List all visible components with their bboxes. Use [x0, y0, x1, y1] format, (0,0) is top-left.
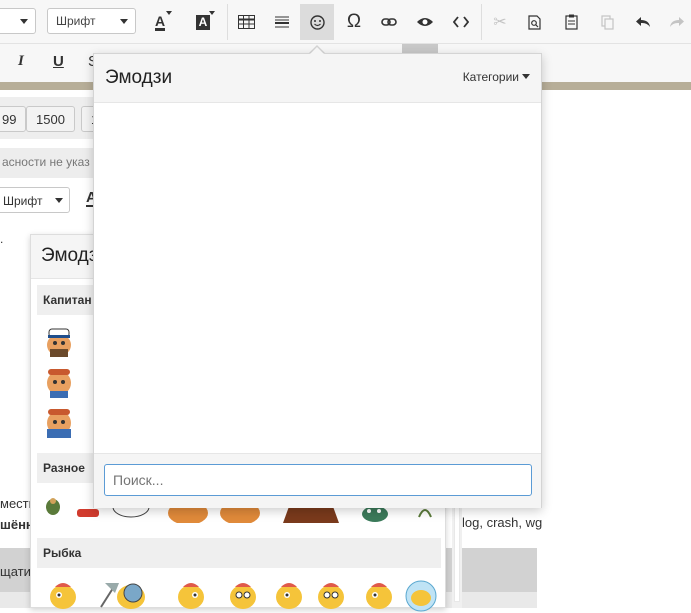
body-text: шённ	[0, 517, 34, 532]
source-code-button[interactable]	[444, 4, 478, 40]
redo-button[interactable]	[660, 4, 691, 40]
font-family-label: Шрифт	[3, 194, 43, 208]
chevron-down-icon	[55, 198, 63, 203]
paragraph-format-select[interactable]	[0, 8, 36, 34]
toolbar-divider	[481, 4, 482, 40]
emoji-panel-title: Эмодз	[41, 245, 98, 266]
tag-button[interactable]: 1500	[26, 106, 75, 132]
hint-text: асности не указ	[0, 148, 100, 178]
emoji-popup-title: Эмодзи	[105, 67, 173, 88]
chevron-down-icon	[166, 11, 172, 15]
tag-button[interactable]: 99	[0, 106, 27, 132]
emoji-popup: Эмодзи Категории	[93, 53, 542, 508]
chevron-down-icon	[20, 19, 28, 24]
italic-button[interactable]: I	[18, 53, 24, 70]
list-marker: .	[0, 232, 4, 246]
insert-table-button[interactable]	[229, 4, 263, 40]
popup-pointer-inner	[309, 47, 325, 55]
font-family-select[interactable]: Шрифт	[47, 8, 136, 34]
copy-button[interactable]	[590, 4, 624, 40]
content-blank	[537, 548, 691, 608]
eye-icon	[417, 18, 433, 26]
copy-icon	[600, 14, 614, 30]
text-color-button[interactable]: A	[143, 4, 177, 40]
captain-sticker[interactable]	[41, 363, 77, 399]
preview-button[interactable]	[408, 4, 442, 40]
emoji-popup-header: Эмодзи Категории	[94, 54, 541, 103]
body-text: log, crash, wg	[462, 515, 543, 530]
emoji-icon	[309, 14, 325, 30]
find-button[interactable]	[517, 4, 551, 40]
omega-icon: Ω	[346, 11, 362, 32]
emoji-popup-footer	[94, 453, 541, 508]
misc-sticker[interactable]	[41, 493, 65, 517]
categories-label: Категории	[462, 70, 519, 84]
emoji-search-input[interactable]	[104, 464, 532, 496]
chevron-down-icon	[522, 74, 530, 79]
scissors-icon: ✂	[493, 14, 507, 31]
font-family-select[interactable]: Шрифт	[0, 187, 70, 213]
chevron-down-icon	[209, 11, 215, 15]
body-text: щати	[0, 564, 31, 579]
redo-icon	[670, 17, 684, 27]
font-family-label: Шрифт	[56, 14, 96, 28]
chevron-down-icon	[120, 19, 128, 24]
emoji-category-header: Рыбка	[37, 538, 441, 568]
background-color-button[interactable]: A	[186, 4, 220, 40]
code-icon	[453, 16, 469, 28]
emoji-list-area	[94, 104, 541, 452]
link-icon	[381, 18, 397, 26]
table-icon	[237, 15, 255, 29]
editor-toolbar: Шрифт A A Ω ✂	[0, 0, 691, 44]
undo-icon	[636, 17, 650, 27]
underline-button[interactable]: U	[53, 53, 64, 70]
background-color-icon: A	[195, 14, 211, 30]
toolbar-divider	[227, 4, 228, 40]
text-color-icon: A	[154, 12, 166, 31]
find-document-icon	[527, 14, 541, 30]
special-character-button[interactable]: Ω	[337, 4, 371, 40]
captain-sticker[interactable]	[41, 403, 77, 439]
captain-sticker[interactable]	[41, 323, 77, 359]
undo-button[interactable]	[626, 4, 660, 40]
cut-button[interactable]: ✂	[483, 4, 517, 40]
horizontal-rule-button[interactable]	[265, 4, 299, 40]
insert-link-button[interactable]	[372, 4, 406, 40]
categories-dropdown[interactable]: Категории	[463, 70, 530, 84]
clipboard-icon	[564, 14, 578, 30]
paste-button[interactable]	[554, 4, 588, 40]
emoji-button[interactable]	[300, 4, 334, 40]
horizontal-rule-icon	[275, 16, 289, 28]
